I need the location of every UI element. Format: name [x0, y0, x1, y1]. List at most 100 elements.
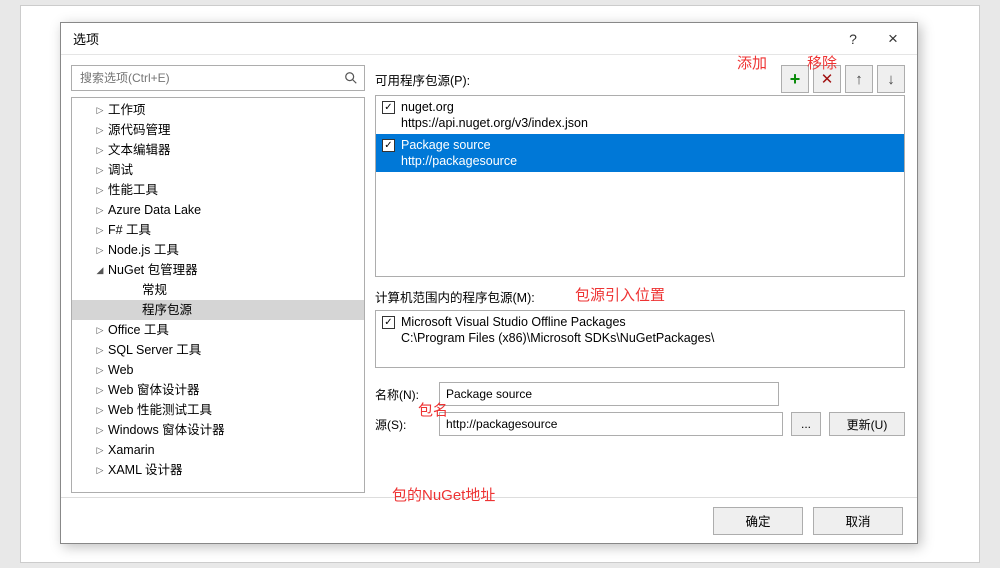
- checkbox[interactable]: ✓: [382, 139, 395, 152]
- list-item-text: Microsoft Visual Studio Offline Packages…: [401, 314, 714, 346]
- expand-closed-icon: ▷: [94, 361, 106, 379]
- machine-sources-listbox[interactable]: ✓ Microsoft Visual Studio Offline Package…: [375, 310, 905, 368]
- search-input[interactable]: [78, 70, 344, 86]
- search-icon: [344, 71, 358, 85]
- cancel-button[interactable]: 取消: [813, 507, 903, 535]
- move-up-button[interactable]: ↑: [845, 65, 873, 93]
- name-label: 名称(N):: [375, 386, 431, 403]
- tree-item-label: Web 性能测试工具: [108, 401, 212, 419]
- source-row: 源(S): ... 更新(U): [375, 412, 905, 436]
- tree-item[interactable]: ▷Windows 窗体设计器: [72, 420, 364, 440]
- tree-item[interactable]: ▷性能工具: [72, 180, 364, 200]
- search-wrap: [71, 65, 365, 91]
- options-dialog: 选项 ? × ▷工作项▷源代码管理▷文本编辑器▷调试▷性能工具▷Azure Da…: [60, 22, 918, 544]
- tree-item[interactable]: ▷工作项: [72, 100, 364, 120]
- source-name: Package source: [401, 137, 517, 153]
- titlebar: 选项 ? ×: [61, 23, 917, 55]
- source-name: nuget.org: [401, 99, 588, 115]
- tree-item-label: 调试: [108, 161, 133, 179]
- tree-item-label: SQL Server 工具: [108, 341, 201, 359]
- machine-label: 计算机范围内的程序包源(M):: [375, 287, 905, 306]
- help-button[interactable]: ?: [833, 25, 873, 53]
- arrow-down-icon: ↓: [887, 71, 895, 88]
- name-field[interactable]: [439, 382, 779, 406]
- source-name: Microsoft Visual Studio Offline Packages: [401, 314, 714, 330]
- tree-item-label: Node.js 工具: [108, 241, 179, 259]
- expand-closed-icon: ▷: [94, 221, 106, 239]
- arrow-up-icon: ↑: [855, 71, 863, 88]
- checkbox[interactable]: ✓: [382, 101, 395, 114]
- left-pane: ▷工作项▷源代码管理▷文本编辑器▷调试▷性能工具▷Azure Data Lake…: [71, 65, 365, 493]
- tree-item-label: Azure Data Lake: [108, 201, 201, 219]
- tree-item-label: 常规: [142, 281, 167, 299]
- dialog-title: 选项: [73, 29, 833, 48]
- source-label: 源(S):: [375, 416, 431, 433]
- tree-item-label: F# 工具: [108, 221, 151, 239]
- source-url: C:\Program Files (x86)\Microsoft SDKs\Nu…: [401, 330, 714, 346]
- tree-item-label: 程序包源: [142, 301, 192, 319]
- ok-button[interactable]: 确定: [713, 507, 803, 535]
- name-row: 名称(N):: [375, 382, 905, 406]
- expand-closed-icon: ▷: [94, 321, 106, 339]
- button-bar: 确定 取消: [61, 497, 917, 543]
- tree-item[interactable]: ▷Web: [72, 360, 364, 380]
- tree-item-label: Office 工具: [108, 321, 169, 339]
- tree-item[interactable]: ▷F# 工具: [72, 220, 364, 240]
- expand-closed-icon: ▷: [94, 381, 106, 399]
- tree-item[interactable]: ▷调试: [72, 160, 364, 180]
- source-url: https://api.nuget.org/v3/index.json: [401, 115, 588, 131]
- add-button[interactable]: +: [781, 65, 809, 93]
- tree-item-label: 工作项: [108, 101, 146, 119]
- tree-item[interactable]: 常规: [72, 280, 364, 300]
- tree-item[interactable]: ▷文本编辑器: [72, 140, 364, 160]
- checkbox[interactable]: ✓: [382, 316, 395, 329]
- expand-closed-icon: ▷: [94, 341, 106, 359]
- tree-item[interactable]: ▷Node.js 工具: [72, 240, 364, 260]
- list-item[interactable]: ✓ Microsoft Visual Studio Offline Package…: [376, 311, 904, 349]
- tree-item[interactable]: ◢NuGet 包管理器: [72, 260, 364, 280]
- options-tree[interactable]: ▷工作项▷源代码管理▷文本编辑器▷调试▷性能工具▷Azure Data Lake…: [71, 97, 365, 493]
- list-item-text: nuget.orghttps://api.nuget.org/v3/index.…: [401, 99, 588, 131]
- move-down-button[interactable]: ↓: [877, 65, 905, 93]
- tree-item[interactable]: ▷Web 性能测试工具: [72, 400, 364, 420]
- expand-closed-icon: ▷: [94, 421, 106, 439]
- source-field[interactable]: [439, 412, 783, 436]
- tree-item[interactable]: ▷源代码管理: [72, 120, 364, 140]
- tree-item-label: 源代码管理: [108, 121, 171, 139]
- sources-listbox[interactable]: ✓ nuget.orghttps://api.nuget.org/v3/index…: [375, 95, 905, 277]
- tree-item[interactable]: ▷Web 窗体设计器: [72, 380, 364, 400]
- expand-closed-icon: ▷: [94, 181, 106, 199]
- plus-icon: +: [790, 69, 801, 90]
- list-item-text: Package sourcehttp://packagesource: [401, 137, 517, 169]
- tree-item-label: 性能工具: [108, 181, 158, 199]
- list-item[interactable]: ✓ Package sourcehttp://packagesource: [376, 134, 904, 172]
- expand-closed-icon: ▷: [94, 401, 106, 419]
- close-button[interactable]: ×: [873, 25, 913, 53]
- expand-closed-icon: ▷: [94, 241, 106, 259]
- right-pane: 可用程序包源(P): + ✕ ↑ ↓ ✓ nuget.orghttps://api…: [375, 65, 905, 493]
- expand-closed-icon: ▷: [94, 441, 106, 459]
- update-button[interactable]: 更新(U): [829, 412, 905, 436]
- expand-closed-icon: ▷: [94, 141, 106, 159]
- expand-closed-icon: ▷: [94, 161, 106, 179]
- available-label: 可用程序包源(P):: [375, 70, 777, 89]
- tree-item[interactable]: 程序包源: [72, 300, 364, 320]
- cross-icon: ✕: [821, 70, 834, 88]
- tree-item[interactable]: ▷XAML 设计器: [72, 460, 364, 480]
- tree-item-label: XAML 设计器: [108, 461, 183, 479]
- list-item[interactable]: ✓ nuget.orghttps://api.nuget.org/v3/index…: [376, 96, 904, 134]
- dialog-body: ▷工作项▷源代码管理▷文本编辑器▷调试▷性能工具▷Azure Data Lake…: [61, 55, 917, 497]
- tree-item[interactable]: ▷SQL Server 工具: [72, 340, 364, 360]
- source-url: http://packagesource: [401, 153, 517, 169]
- expand-closed-icon: ▷: [94, 201, 106, 219]
- sources-header-row: 可用程序包源(P): + ✕ ↑ ↓: [375, 65, 905, 93]
- remove-button[interactable]: ✕: [813, 65, 841, 93]
- tree-item[interactable]: ▷Office 工具: [72, 320, 364, 340]
- tree-item[interactable]: ▷Xamarin: [72, 440, 364, 460]
- browse-button[interactable]: ...: [791, 412, 821, 436]
- expand-closed-icon: ▷: [94, 121, 106, 139]
- tree-item-label: NuGet 包管理器: [108, 261, 198, 279]
- tree-item[interactable]: ▷Azure Data Lake: [72, 200, 364, 220]
- tree-item-label: 文本编辑器: [108, 141, 171, 159]
- tree-item-label: Xamarin: [108, 441, 155, 459]
